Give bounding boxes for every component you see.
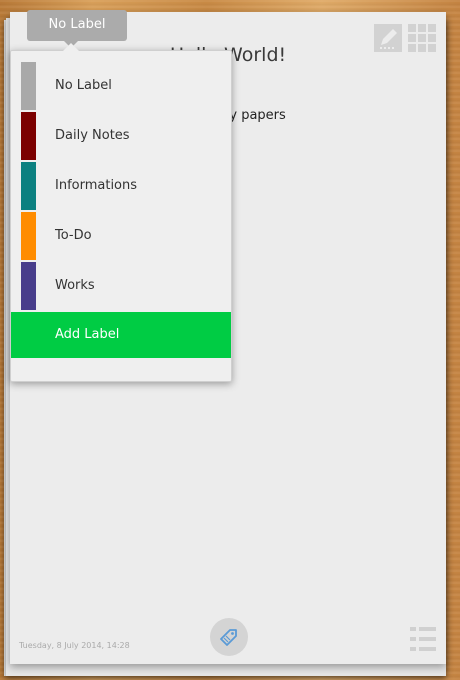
top-toolbar <box>374 24 436 52</box>
grid-icon[interactable] <box>408 24 436 52</box>
label-item-text: Informations <box>55 178 138 193</box>
label-item-text: To-Do <box>55 228 92 243</box>
label-item-text: No Label <box>55 78 112 93</box>
label-item-informations[interactable]: Informations <box>11 162 231 210</box>
tag-button[interactable] <box>210 618 248 656</box>
add-label-text: Add Label <box>55 327 120 342</box>
pencil-icon[interactable] <box>374 24 402 52</box>
label-color-swatch <box>21 112 36 160</box>
label-color-swatch <box>21 162 36 210</box>
label-color-swatch <box>21 62 36 110</box>
label-item-text: Daily Notes <box>55 128 130 143</box>
label-color-swatch <box>21 212 36 260</box>
label-item-daily-notes[interactable]: Daily Notes <box>11 112 231 160</box>
add-label-button[interactable]: Add Label <box>11 312 231 358</box>
label-color-swatch <box>21 262 36 310</box>
label-item-to-do[interactable]: To-Do <box>11 212 231 260</box>
label-item-text: Works <box>55 278 95 293</box>
label-item-no-label[interactable]: No Label <box>11 62 231 110</box>
label-item-works[interactable]: Works <box>11 262 231 310</box>
note-date: Tuesday, 8 July 2014, 14:28 <box>19 641 130 650</box>
label-selector-button[interactable]: No Label <box>27 10 127 48</box>
list-icon[interactable] <box>410 626 436 652</box>
tag-icon <box>220 629 237 646</box>
pencil-icon-svg <box>380 29 397 49</box>
labels-dropdown: No Label Daily Notes Informations To-Do … <box>10 43 232 382</box>
